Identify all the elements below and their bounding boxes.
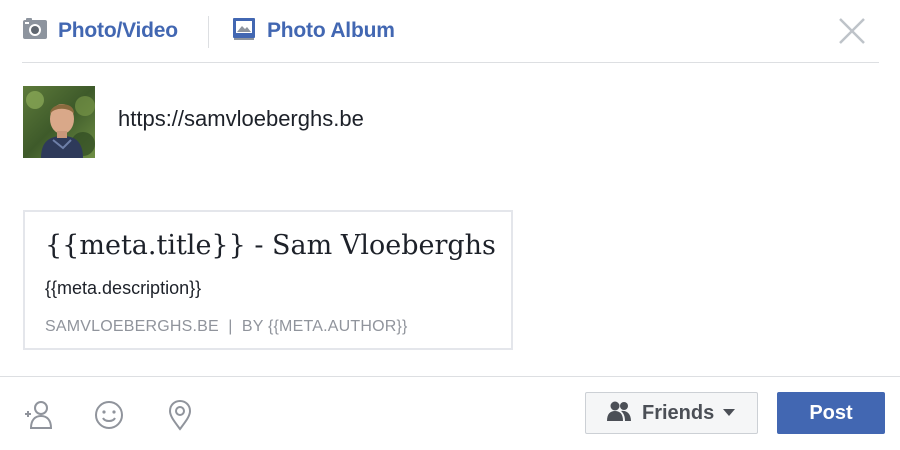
audience-label: Friends bbox=[642, 401, 715, 424]
photo-album-icon bbox=[231, 17, 257, 46]
link-preview-source: SAMVLOEBERGHS.BE | BY {{META.AUTHOR}} bbox=[45, 318, 408, 335]
audience-selector[interactable]: Friends bbox=[585, 392, 758, 434]
link-preview-card[interactable]: {{meta.title}} - Sam Vloeberghs {{meta.d… bbox=[23, 210, 513, 350]
avatar[interactable] bbox=[23, 86, 95, 158]
header-divider bbox=[22, 62, 879, 63]
link-preview-title: {{meta.title}} - Sam Vloeberghs bbox=[45, 230, 496, 261]
tab-photo-album-label: Photo Album bbox=[267, 19, 395, 42]
close-icon[interactable] bbox=[836, 15, 868, 47]
friends-icon bbox=[606, 400, 632, 427]
composer-header: Photo/Video Photo Album bbox=[0, 0, 900, 62]
composer-input[interactable]: https://samvloeberghs.be bbox=[118, 106, 364, 132]
link-preview-description: {{meta.description}} bbox=[45, 278, 202, 298]
tab-divider bbox=[208, 16, 209, 48]
tag-friends-icon[interactable] bbox=[22, 398, 56, 432]
chevron-down-icon bbox=[722, 404, 736, 422]
composer-footer: Friends Post bbox=[0, 377, 900, 450]
tab-photo-video[interactable]: Photo/Video bbox=[22, 14, 178, 48]
tab-photo-video-label: Photo/Video bbox=[58, 19, 178, 42]
tab-photo-album[interactable]: Photo Album bbox=[231, 14, 395, 48]
camera-icon bbox=[22, 17, 48, 46]
post-button[interactable]: Post bbox=[777, 392, 885, 434]
check-in-location-icon[interactable] bbox=[163, 398, 197, 432]
feeling-emoji-icon[interactable] bbox=[92, 398, 126, 432]
